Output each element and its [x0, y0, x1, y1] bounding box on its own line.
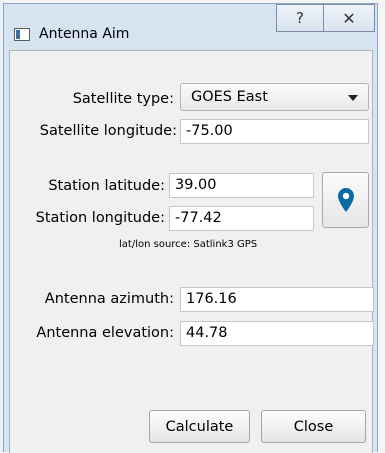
satellite-longitude-label: Satellite longitude:	[39, 123, 177, 139]
app-window-icon	[14, 28, 30, 41]
station-latitude-field[interactable]: 39.00	[169, 173, 314, 198]
antenna-elevation-label: Antenna elevation:	[36, 325, 174, 341]
dialog-body: Satellite type: GOES East Satellite long…	[9, 50, 374, 453]
gps-location-button[interactable]	[322, 172, 369, 228]
antenna-azimuth-field[interactable]: 176.16	[180, 287, 374, 312]
station-latitude-label: Station latitude:	[48, 178, 165, 194]
satellite-type-label: Satellite type:	[72, 91, 174, 107]
chevron-down-icon	[348, 95, 358, 101]
latlon-source-note: lat/lon source: Satlink3 GPS	[119, 239, 258, 250]
window-title: Antenna Aim	[39, 26, 130, 42]
window-close-button[interactable]: ✕	[323, 4, 375, 32]
close-icon: ✕	[342, 8, 356, 28]
help-button[interactable]: ?	[276, 4, 323, 32]
antenna-azimuth-label: Antenna azimuth:	[44, 291, 174, 307]
station-longitude-label: Station longitude:	[35, 210, 165, 226]
satellite-type-value: GOES East	[191, 89, 268, 105]
antenna-elevation-field[interactable]: 44.78	[180, 321, 374, 346]
calculate-button-label: Calculate	[165, 418, 234, 435]
calculate-button[interactable]: Calculate	[149, 410, 250, 443]
close-button[interactable]: Close	[261, 410, 366, 443]
satellite-type-select[interactable]: GOES East	[180, 83, 369, 111]
map-pin-icon	[337, 188, 354, 212]
help-icon: ?	[296, 9, 304, 27]
station-longitude-field[interactable]: -77.42	[169, 206, 314, 231]
antenna-aim-dialog: Antenna Aim ? ✕ Satellite type: GOES Eas…	[3, 3, 378, 453]
close-button-label: Close	[293, 418, 334, 435]
satellite-longitude-field[interactable]: -75.00	[180, 119, 369, 144]
title-bar[interactable]: Antenna Aim ? ✕	[4, 4, 377, 50]
